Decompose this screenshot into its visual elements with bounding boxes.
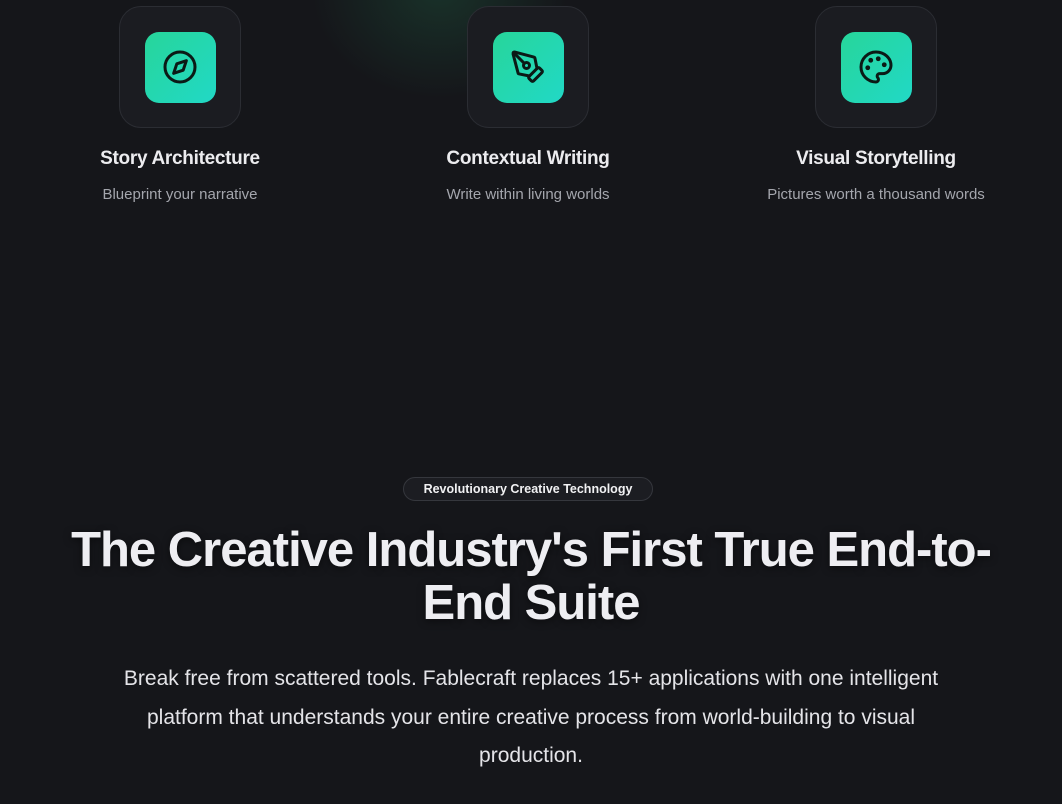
feature-title: Contextual Writing: [446, 148, 610, 169]
feature-description: Pictures worth a thousand words: [767, 186, 985, 203]
feature-contextual-writing: Contextual Writing Write within living w…: [378, 6, 678, 205]
feature-icon-card: [467, 6, 589, 128]
palette-icon: [840, 31, 912, 103]
feature-title: Visual Storytelling: [796, 148, 956, 169]
feature-visual-storytelling: Visual Storytelling Pictures worth a tho…: [726, 6, 1026, 205]
hero-headline: The Creative Industry's First True End-t…: [71, 523, 992, 630]
feature-icon-card: [119, 6, 241, 128]
feature-description: Write within living worlds: [446, 186, 610, 203]
compass-icon: [144, 31, 216, 103]
feature-icon-card: [815, 6, 937, 128]
page: Story Architecture Blueprint your narrat…: [0, 0, 1062, 804]
feature-story-architecture: Story Architecture Blueprint your narrat…: [30, 6, 330, 205]
hero-subtext: Break free from scattered tools. Fablecr…: [123, 667, 939, 767]
pen-tool-icon: [492, 31, 564, 103]
feature-title: Story Architecture: [100, 148, 260, 169]
feature-description: Blueprint your narrative: [102, 186, 258, 203]
tagline-badge: Revolutionary Creative Technology: [403, 477, 653, 501]
